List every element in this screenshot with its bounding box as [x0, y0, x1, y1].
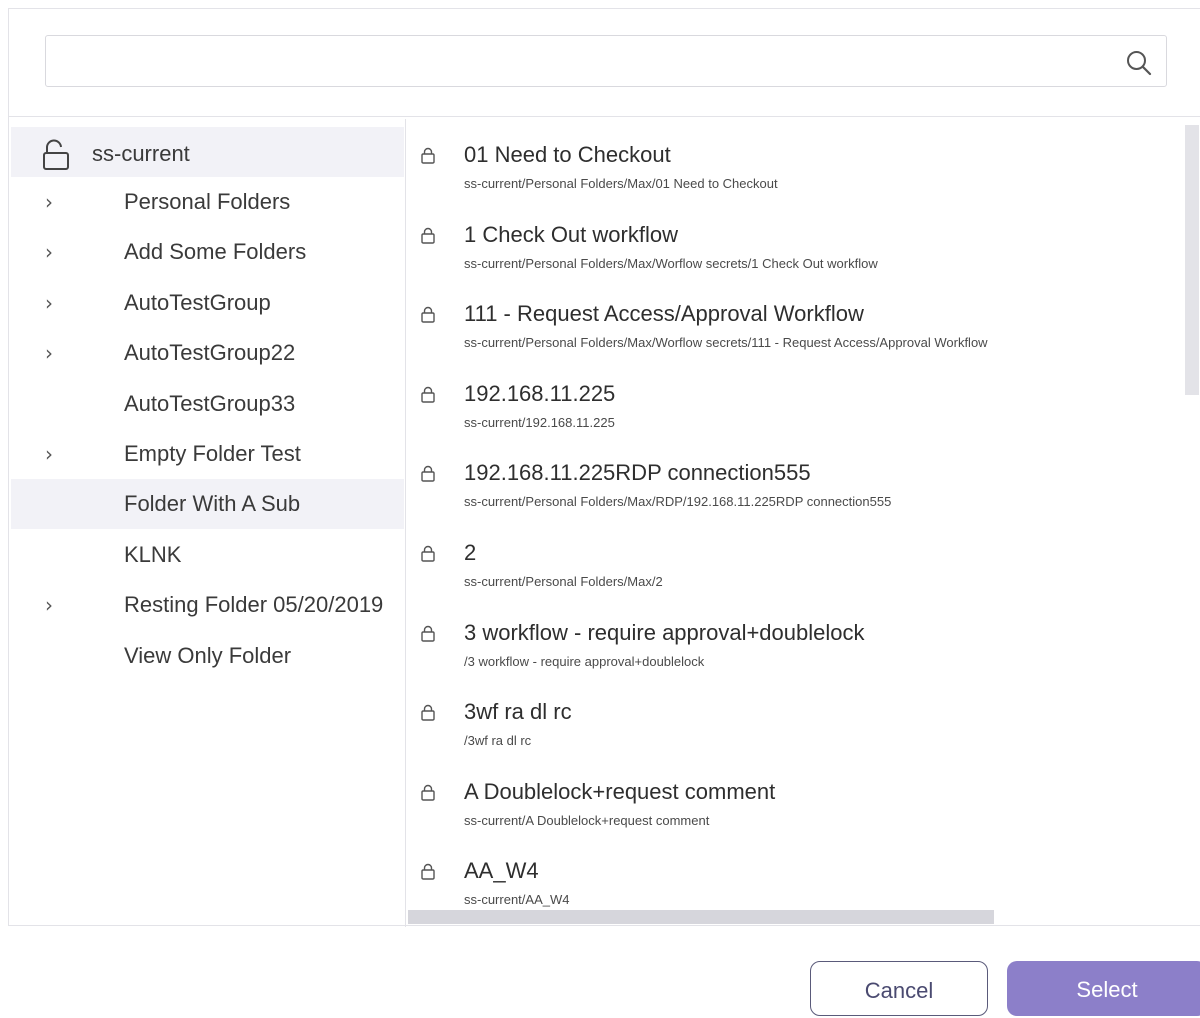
secret-list-item[interactable]: 192.168.11.225RDP connection555 ss-curren…	[408, 448, 1188, 528]
tree-item[interactable]: KLNK	[11, 530, 404, 580]
secret-path: ss-current/Personal Folders/Max/2	[464, 574, 663, 589]
lock-icon	[421, 466, 435, 483]
secret-list-item[interactable]: 111 - Request Access/Approval Workflow ss…	[408, 289, 1188, 369]
lock-icon	[421, 625, 435, 642]
chevron-right-icon[interactable]: ›	[45, 341, 53, 365]
search-input[interactable]	[46, 36, 1106, 86]
select-button[interactable]: Select	[1007, 961, 1200, 1016]
tree-item-label: AutoTestGroup	[124, 289, 271, 315]
tree-item[interactable]: › AutoTestGroup	[11, 278, 404, 328]
tree-item[interactable]: View Only Folder	[11, 631, 404, 681]
tree-root-ss-current[interactable]: ss-current	[11, 127, 404, 177]
search-box[interactable]	[45, 35, 1167, 87]
lock-icon	[421, 386, 435, 403]
lock-icon	[421, 307, 435, 323]
secret-list-item[interactable]: 192.168.11.225 ss-current/192.168.11.225	[408, 369, 1188, 449]
lock-icon	[421, 545, 435, 562]
secret-path: ss-current/AA_W4	[464, 892, 570, 908]
tree-item-label: Folder With A Sub	[124, 491, 301, 517]
secret-name: 192.168.11.225RDP connection555	[464, 460, 811, 486]
folder-secret-picker-dialog: ss-current › Personal Folders › Add Some Fo…	[0, 0, 1200, 1016]
tree-item[interactable]: › Resting Folder 05/20/2019	[11, 580, 404, 630]
chevron-right-icon[interactable]: ›	[45, 593, 53, 617]
horizontal-scrollbar-thumb[interactable]	[408, 910, 994, 924]
secret-name: 192.168.11.225	[464, 380, 616, 406]
secret-name: AA_W4	[464, 858, 539, 884]
chevron-right-icon[interactable]: ›	[45, 442, 53, 466]
secret-path: ss-current/192.168.11.225	[464, 414, 615, 430]
tree-item-label: Add Some Folders	[124, 239, 307, 265]
secret-list-item[interactable]: 3wf ra dl rc/3wf ra dl rc	[408, 687, 1188, 767]
secret-list-item[interactable]: A Doublelock+request comment ss-current/A…	[408, 767, 1188, 847]
tree-item-label: AutoTestGroup33	[124, 390, 296, 416]
vertical-scrollbar-thumb[interactable]	[1185, 125, 1199, 395]
secret-name: 01 Need to Checkout	[464, 142, 671, 167]
lock-icon	[421, 147, 435, 164]
secret-name: 1 Check Out workflow	[464, 221, 678, 247]
secret-path: ss-current/A Doublelock+request comment	[464, 812, 710, 828]
tree-item[interactable]: › AutoTestGroup22	[11, 328, 404, 378]
secret-path: ss-current/Personal Folders/Max/Worflow …	[464, 255, 878, 271]
tree-item[interactable]: Folder With A Sub	[11, 479, 404, 530]
lock-icon	[421, 705, 435, 721]
secret-path: /3 workflow - require approval+doubleloc…	[464, 653, 705, 669]
tree-item[interactable]: AutoTestGroup33	[11, 379, 404, 429]
cancel-button[interactable]: Cancel	[810, 961, 988, 1016]
secret-list-item[interactable]: 01 Need to Checkout ss-current/Personal F…	[408, 130, 1188, 210]
tree-item[interactable]: › Add Some Folders	[11, 227, 404, 277]
secret-list-item[interactable]: 1 Check Out workflow ss-current/Personal …	[408, 210, 1188, 290]
tree-item-label: AutoTestGroup22	[124, 340, 296, 366]
secret-list: 01 Need to Checkout ss-current/Personal F…	[408, 119, 1200, 927]
tree-item-label: KLNK	[124, 541, 182, 567]
tree-item-label: Resting Folder 05/20/2019	[124, 592, 384, 618]
tree-item[interactable]: › Personal Folders	[11, 177, 404, 227]
secret-name: 2	[464, 540, 477, 565]
picker-panel: ss-current › Personal Folders › Add Some Fo…	[8, 8, 1200, 927]
folder-tree: ss-current › Personal Folders › Add Some Fo…	[9, 119, 406, 927]
search-icon[interactable]	[1124, 48, 1154, 78]
tree-item-label: View Only Folder	[124, 642, 292, 668]
tree-item-label: Empty Folder Test	[124, 441, 301, 466]
secret-name: 111 - Request Access/Approval Workflow	[464, 301, 864, 327]
secret-path: ss-current/Personal Folders/Max/Worflow …	[464, 335, 988, 351]
secret-name: 3wf ra dl rc	[464, 699, 572, 725]
secret-list-item[interactable]: 2 ss-current/Personal Folders/Max/2	[408, 528, 1188, 608]
tree-item[interactable]: › Empty Folder Test	[11, 429, 404, 479]
search-area	[9, 9, 1200, 117]
secret-path: /3wf ra dl rc	[464, 733, 532, 749]
tree-root-label: ss-current	[92, 141, 190, 166]
chevron-right-icon[interactable]: ›	[45, 190, 53, 214]
lock-icon	[421, 227, 435, 244]
tree-item-label: Personal Folders	[124, 189, 291, 214]
secret-name: 3 workflow - require approval+doublelock	[464, 619, 865, 645]
chevron-right-icon[interactable]: ›	[45, 291, 53, 315]
horizontal-scrollbar[interactable]	[408, 910, 1200, 924]
secret-name: A Doublelock+request comment	[464, 778, 776, 804]
unlock-icon	[43, 139, 69, 170]
secret-path: ss-current/Personal Folders/Max/01 Need …	[464, 176, 778, 191]
secret-path: ss-current/Personal Folders/Max/RDP/192.…	[464, 494, 892, 510]
chevron-right-icon[interactable]: ›	[45, 240, 53, 264]
lock-icon	[421, 864, 435, 881]
lock-icon	[421, 784, 435, 801]
secret-list-item[interactable]: 3 workflow - require approval+doublelock…	[408, 608, 1188, 688]
